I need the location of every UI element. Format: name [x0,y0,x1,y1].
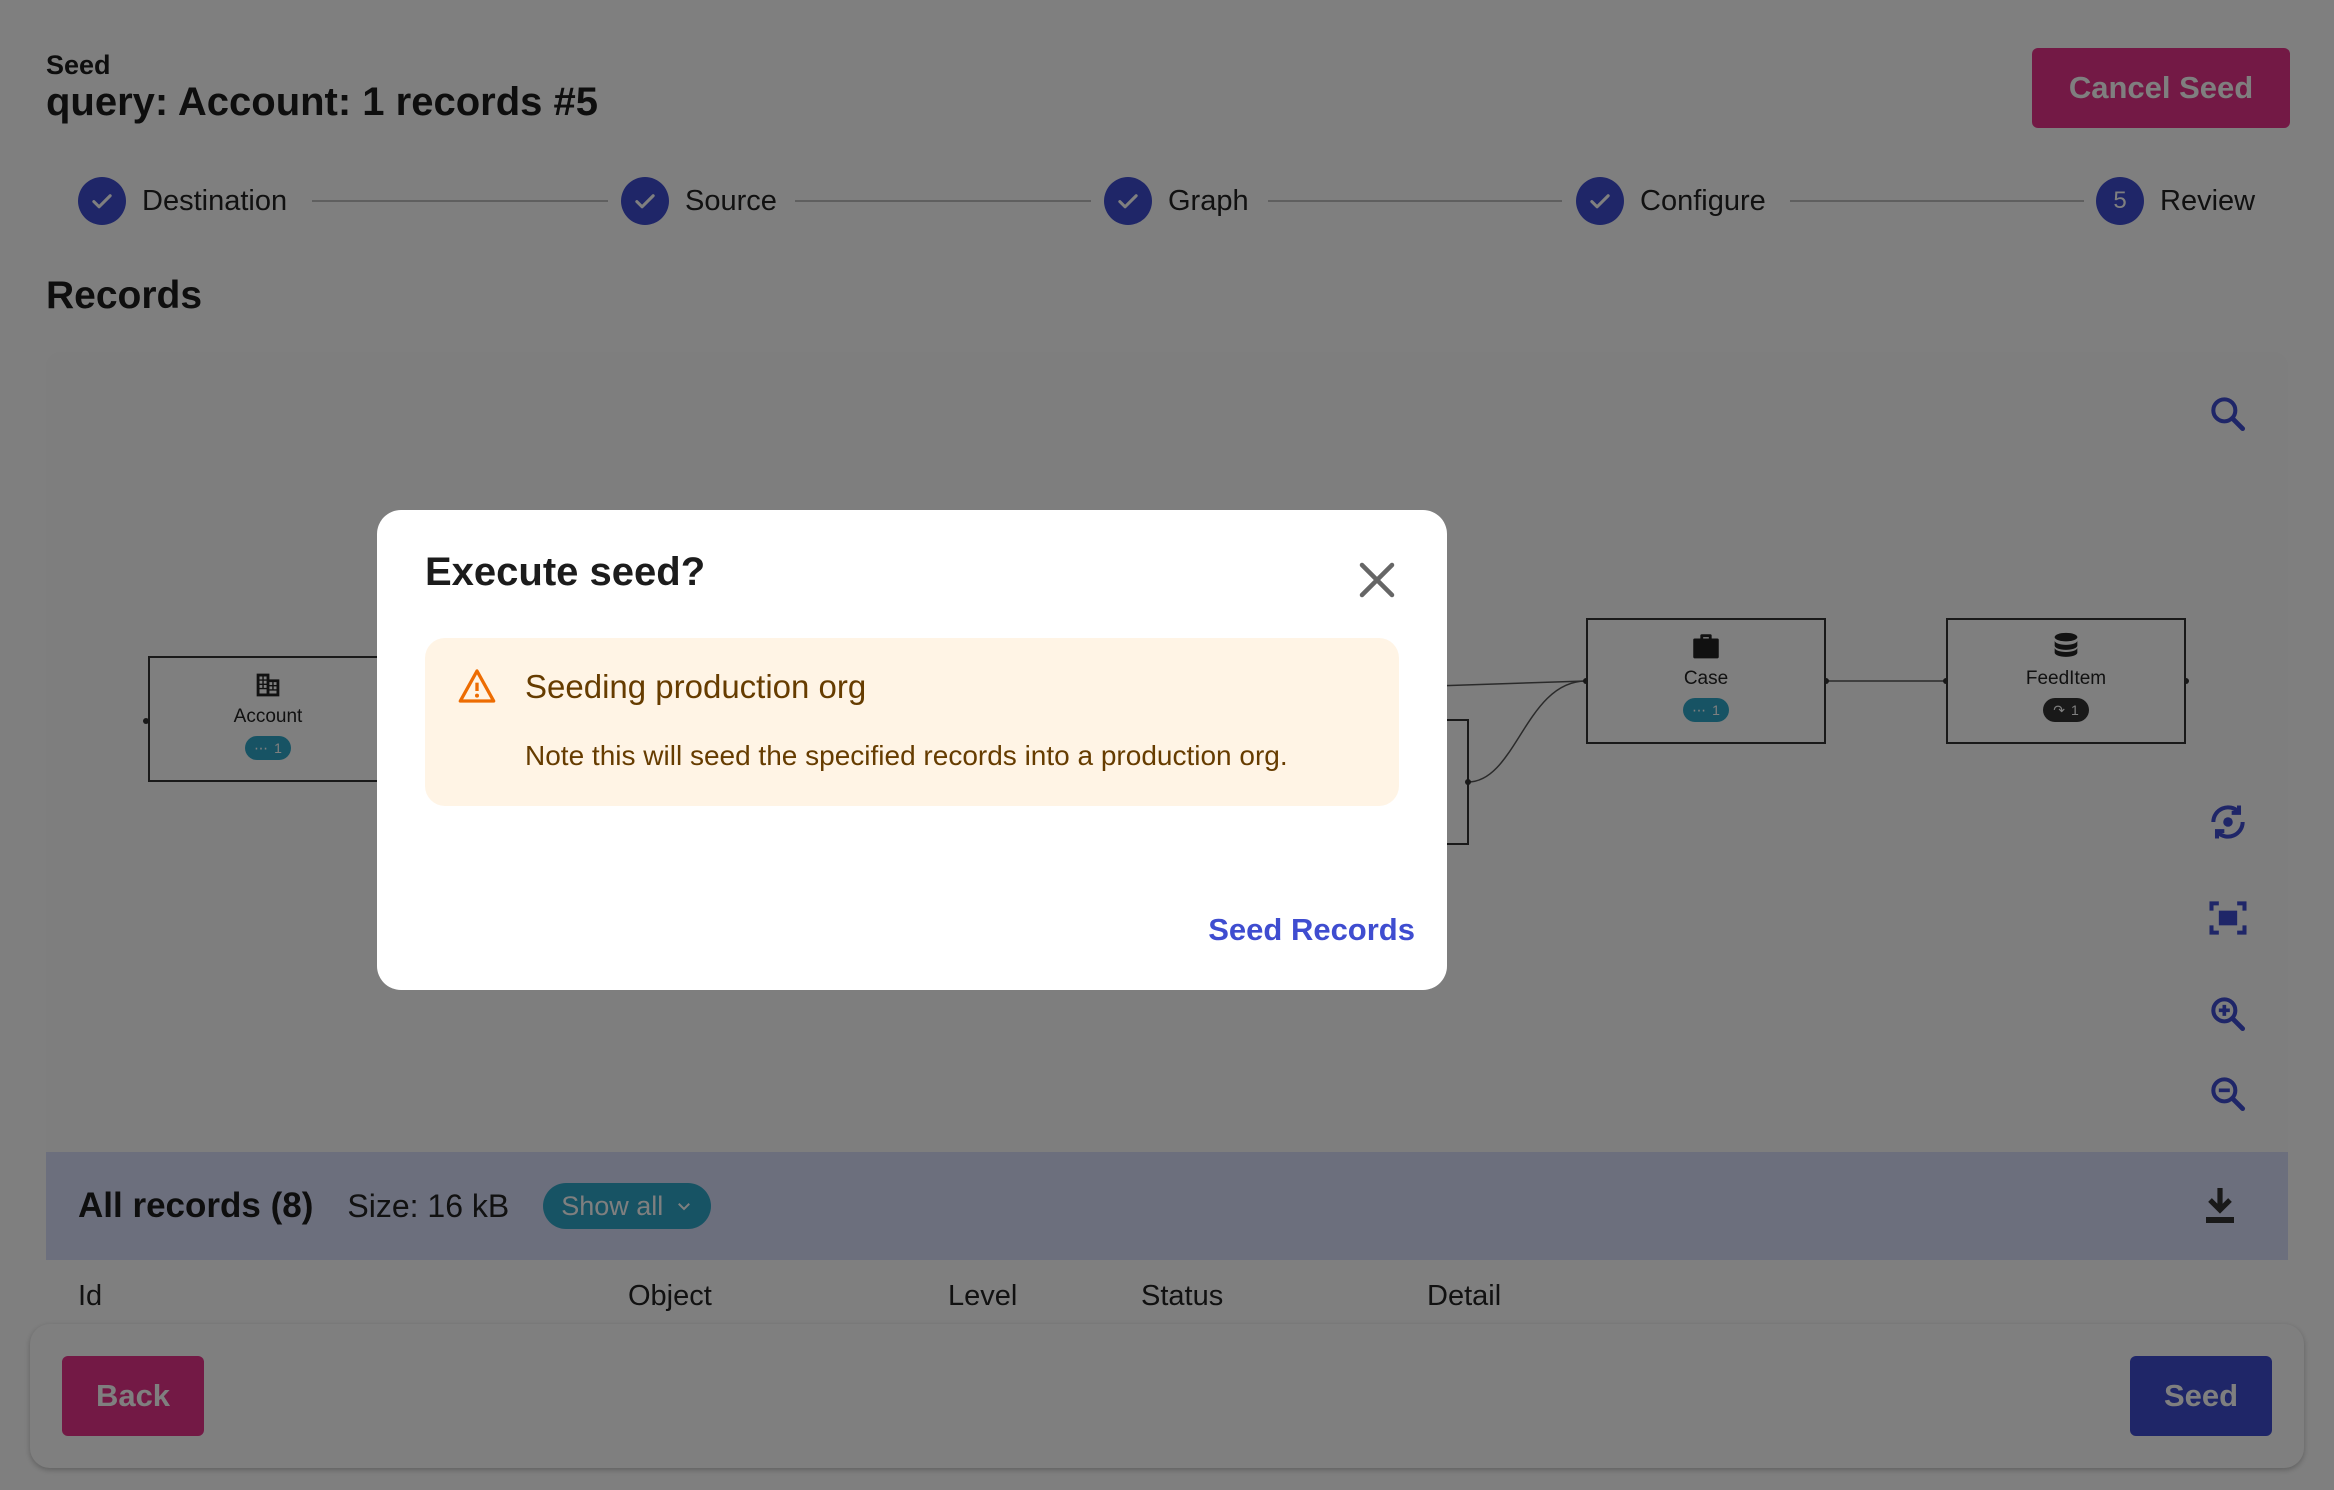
execute-seed-dialog: Execute seed? Seeding production org Not… [377,510,1447,990]
alert-title: Seeding production org [525,668,867,705]
seed-records-button[interactable]: Seed Records [1208,912,1415,948]
alert-body: Note this will seed the specified record… [525,740,1288,771]
close-icon[interactable] [1347,550,1407,610]
dialog-title: Execute seed? [425,550,706,594]
warning-icon [458,669,496,703]
warning-alert: Seeding production org Note this will se… [425,638,1399,806]
